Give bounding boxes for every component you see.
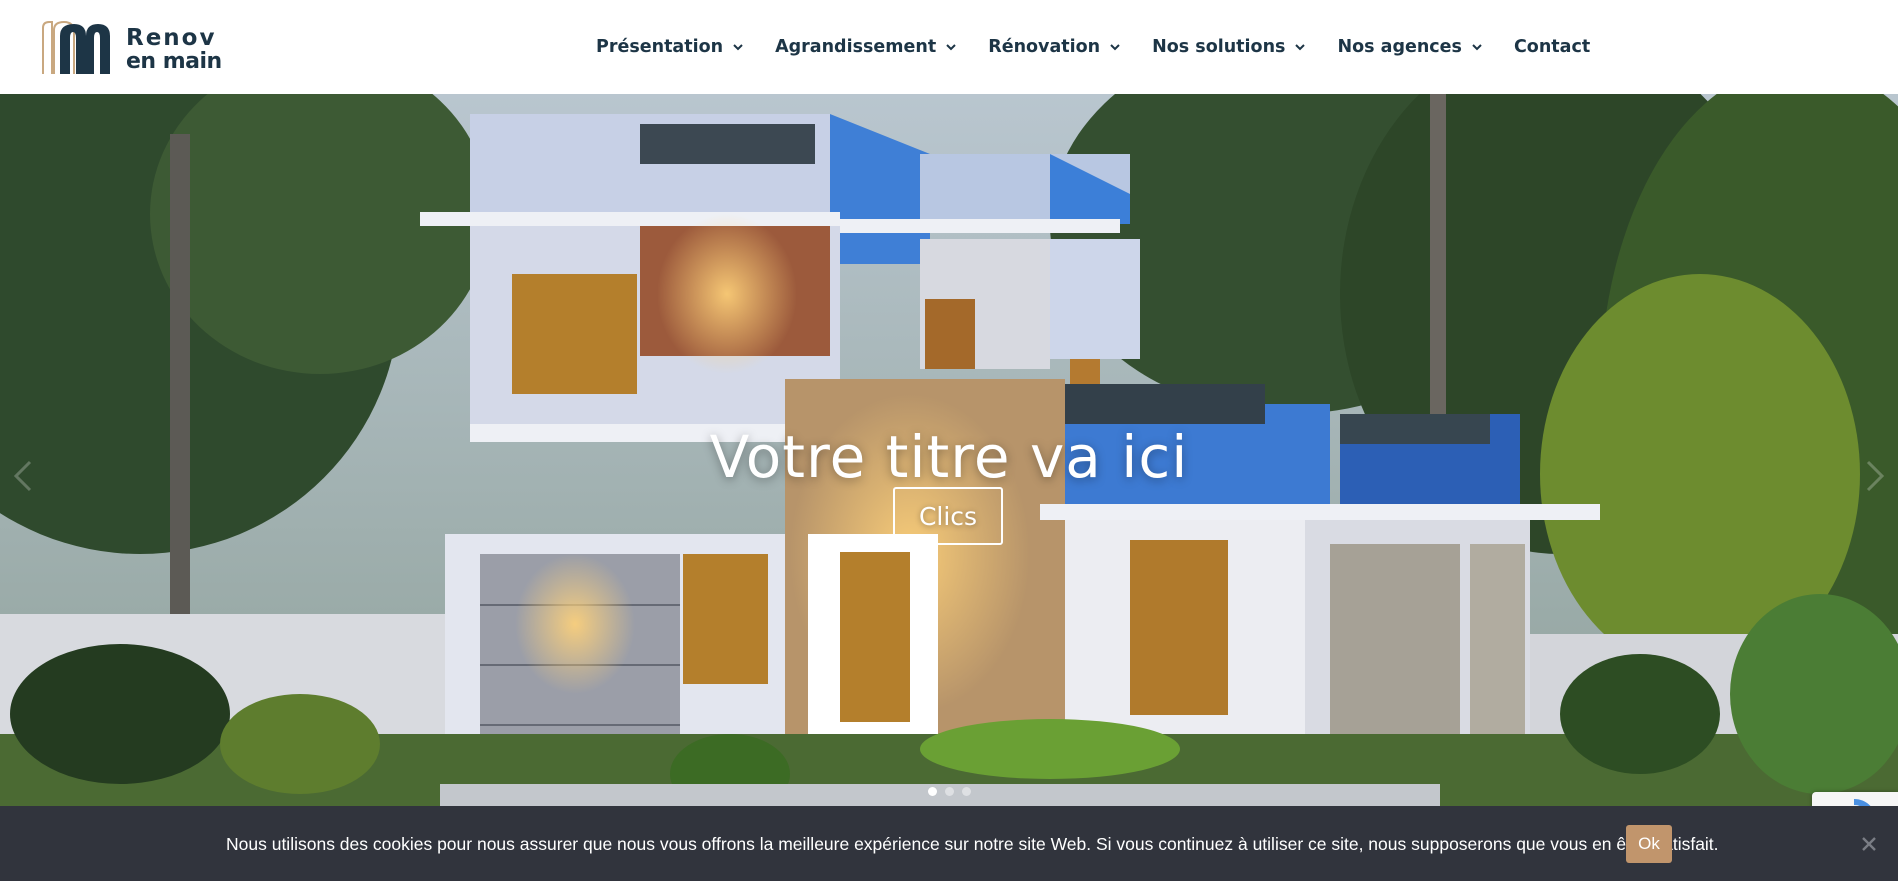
chevron-down-icon <box>1472 44 1482 51</box>
hero-title: Votre titre va ici <box>709 422 1189 491</box>
nav-item-label: Contact <box>1513 37 1591 57</box>
site-logo[interactable]: Renov en main <box>40 18 230 78</box>
hero-cta-button[interactable]: Clics <box>893 487 1003 545</box>
chevron-down-icon <box>946 44 956 51</box>
nav-item-renovation[interactable]: Rénovation <box>988 37 1121 57</box>
slider-dot-3[interactable] <box>961 787 971 796</box>
logo-line-1: Renov <box>126 25 217 51</box>
slider-dot-1[interactable] <box>927 787 937 796</box>
nav-item-presentation[interactable]: Présentation <box>596 37 744 57</box>
nav-item-nos-agences[interactable]: Nos agences <box>1337 37 1483 57</box>
logo-mark-icon <box>42 20 110 74</box>
nav-item-label: Nos solutions <box>1152 37 1286 57</box>
cookie-banner: Nous utilisons des cookies pour nous ass… <box>0 806 1898 881</box>
cookie-accept-button[interactable]: Ok <box>1626 825 1672 863</box>
hero-slider: Votre titre va ici Clics <box>0 94 1898 806</box>
chevron-down-icon <box>1295 44 1306 51</box>
main-nav: Présentation Agrandissement Rénovation N… <box>596 0 1590 94</box>
chevron-down-icon <box>733 44 743 51</box>
nav-item-agrandissement[interactable]: Agrandissement <box>775 37 957 57</box>
nav-item-label: Nos agences <box>1337 37 1462 57</box>
nav-item-label: Présentation <box>596 37 724 57</box>
cookie-message: Nous utilisons des cookies pour nous ass… <box>226 834 1719 854</box>
nav-item-nos-solutions[interactable]: Nos solutions <box>1152 37 1306 57</box>
logo-line-2: en main <box>126 49 222 74</box>
site-header: Renov en main Présentation Agrandissemen… <box>0 0 1898 94</box>
logo-wordmark: Renov en main <box>126 26 222 74</box>
close-icon[interactable] <box>1858 833 1880 855</box>
nav-item-label: Rénovation <box>988 37 1101 57</box>
slider-dot-2[interactable] <box>944 787 954 796</box>
nav-item-contact[interactable]: Contact <box>1514 37 1590 57</box>
slider-pagination <box>0 787 1898 796</box>
nav-item-label: Agrandissement <box>775 37 937 57</box>
chevron-down-icon <box>1110 44 1120 51</box>
